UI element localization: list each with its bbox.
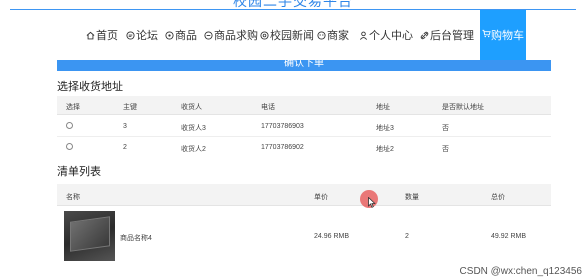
- nav-item-label: 首页: [96, 30, 118, 42]
- nav-item-label: 校园新闻: [270, 30, 314, 42]
- column-header: 选择: [66, 104, 80, 111]
- nav-item-goods[interactable]: 商品: [165, 27, 197, 43]
- shop-icon: [317, 30, 326, 40]
- nav-item-label: 论坛: [136, 30, 158, 42]
- address-radio[interactable]: [66, 122, 73, 129]
- address-table: 选择 主键 收货人 电话 地址 是否默认地址 3 收货人3 1770378690…: [57, 96, 551, 156]
- forum-icon: [126, 30, 135, 40]
- cart-icon: [482, 29, 491, 41]
- unit-price: 24.96 RMB: [314, 233, 350, 240]
- submit-order-label: 确认下单: [284, 60, 324, 69]
- address-id: 2: [123, 144, 127, 151]
- nav-item-label: 商品: [175, 30, 197, 42]
- product-thumbnail[interactable]: [64, 211, 115, 261]
- column-header: 地址: [376, 104, 390, 111]
- user-icon: [359, 31, 368, 40]
- laptop-image: [70, 216, 110, 252]
- column-header: 数量: [405, 194, 419, 201]
- nav-cart-label: 购物车: [491, 30, 524, 42]
- address-table-header: 选择 主键 收货人 电话 地址 是否默认地址: [57, 96, 551, 115]
- watermark: CSDN @wx:chen_q123456: [459, 266, 582, 277]
- nav-item-label: 商家: [327, 30, 349, 42]
- product-name: 商品名称4: [120, 235, 152, 242]
- column-header: 单价: [314, 194, 328, 201]
- recipient-address: 地址2: [376, 146, 394, 153]
- default-flag: 否: [442, 146, 449, 153]
- site-header: 校园二手交易平台: [0, 0, 586, 10]
- order-table-header: 名称 单价 数量 总价: [57, 184, 551, 206]
- nav-item-merchants[interactable]: 商家: [317, 27, 349, 43]
- recipient-phone: 17703786903: [261, 123, 304, 130]
- nav-item-label: 个人中心: [369, 30, 413, 42]
- link-icon: [420, 31, 429, 40]
- nav-item-home[interactable]: 首页: [86, 27, 118, 43]
- total-price: 49.92 RMB: [491, 233, 527, 240]
- address-radio[interactable]: [66, 143, 73, 150]
- request-icon: [204, 30, 213, 40]
- nav-item-forum[interactable]: 论坛: [126, 27, 158, 43]
- nav-item-campus-news[interactable]: 校园新闻: [260, 27, 314, 43]
- nav-item-admin[interactable]: 后台管理: [420, 27, 474, 43]
- table-row[interactable]: 商品名称4 24.96 RMB 2 49.92 RMB: [57, 206, 551, 268]
- table-row[interactable]: 2 收货人2 17703786902 地址2 否: [57, 137, 551, 157]
- order-list-title: 清单列表: [57, 166, 101, 178]
- nav-item-purchase-request[interactable]: 商品求购: [204, 27, 258, 43]
- nav-item-label: 后台管理: [430, 30, 474, 42]
- column-header: 名称: [66, 194, 80, 201]
- nav-item-label: 商品求购: [214, 30, 258, 42]
- news-icon: [260, 30, 269, 40]
- recipient-address: 地址3: [376, 125, 394, 132]
- column-header: 电话: [261, 104, 275, 111]
- nav-item-user-center[interactable]: 个人中心: [359, 27, 413, 43]
- recipient-phone: 17703786902: [261, 144, 304, 151]
- goods-icon: [165, 30, 174, 40]
- main-nav: 首页 论坛 商品 商品求购 校园新闻 商家 个人中心 后台管理 购物车: [0, 10, 586, 60]
- address-section-title: 选择收货地址: [57, 81, 123, 93]
- order-table: 名称 单价 数量 总价 商品名称4 24.96 RMB 2 49.92 RMB: [57, 184, 551, 274]
- mouse-pointer-icon: [368, 197, 376, 208]
- home-icon: [86, 31, 95, 40]
- nav-item-cart[interactable]: 购物车: [480, 10, 526, 60]
- submit-order-button[interactable]: 确认下单: [57, 60, 551, 71]
- column-header: 总价: [491, 194, 505, 201]
- quantity: 2: [405, 233, 409, 240]
- table-row[interactable]: 3 收货人3 17703786903 地址3 否: [57, 116, 551, 137]
- column-header: 收货人: [181, 104, 202, 111]
- recipient-name: 收货人3: [181, 125, 206, 132]
- column-header: 是否默认地址: [442, 104, 484, 111]
- column-header: 主键: [123, 104, 137, 111]
- recipient-name: 收货人2: [181, 146, 206, 153]
- address-id: 3: [123, 123, 127, 130]
- default-flag: 否: [442, 125, 449, 132]
